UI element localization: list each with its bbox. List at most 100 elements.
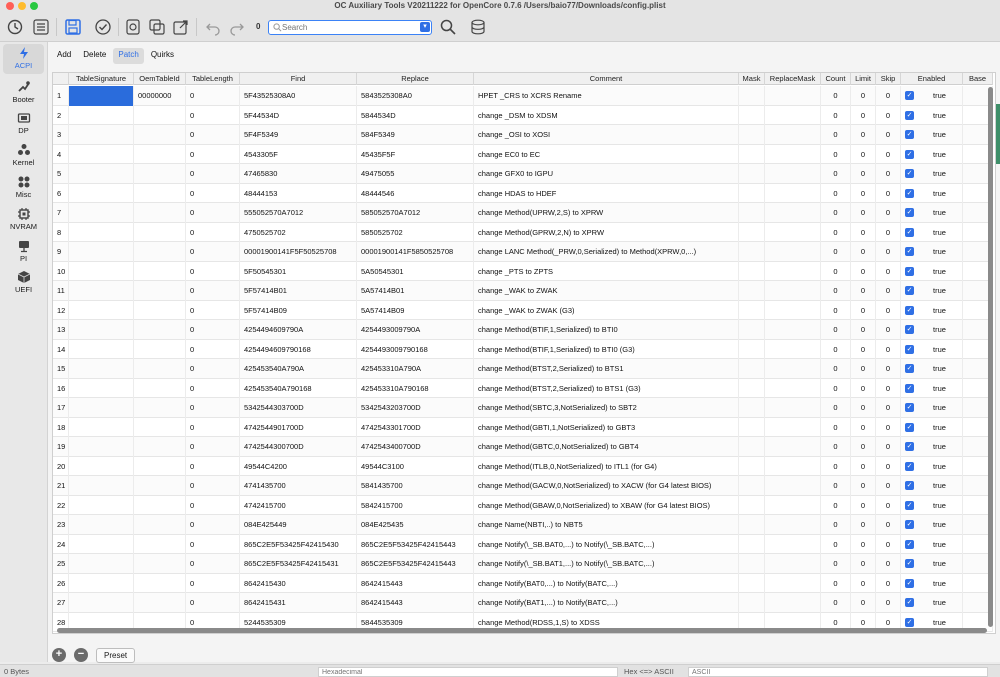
list-view-button[interactable]: [30, 16, 52, 38]
cell-comment[interactable]: change _WAK to ZWAK (G3): [474, 300, 739, 320]
enabled-checkbox[interactable]: ✓: [905, 247, 914, 256]
cell-enabled[interactable]: ✓ true: [901, 144, 963, 164]
cell-limit[interactable]: 0: [851, 456, 876, 476]
cell-find[interactable]: 00001900141F5F50525708: [240, 242, 357, 262]
enabled-checkbox[interactable]: ✓: [905, 442, 914, 451]
cell-replace[interactable]: 865C2E5F53425F42415443: [357, 534, 474, 554]
cell-count[interactable]: 0: [821, 378, 851, 398]
cell-skip[interactable]: 0: [876, 534, 901, 554]
cell-table-length[interactable]: 0: [186, 534, 240, 554]
search-input[interactable]: [282, 23, 412, 32]
cell-replace-mask[interactable]: [765, 359, 821, 379]
table-row[interactable]: 8 0 4750525702 5850525702 change Method(GPRW…: [53, 222, 993, 242]
table-row[interactable]: 17 0 5342544303700D 5342543203700D change Me…: [53, 398, 993, 418]
cell-replace[interactable]: 5841435700: [357, 476, 474, 496]
header-col-comment[interactable]: Comment: [474, 73, 739, 85]
cell-limit[interactable]: 0: [851, 164, 876, 184]
cell-table-signature[interactable]: [69, 515, 134, 535]
cell-limit[interactable]: 0: [851, 378, 876, 398]
cell-skip[interactable]: 0: [876, 105, 901, 125]
save-button[interactable]: [62, 16, 84, 38]
enabled-checkbox[interactable]: ✓: [905, 149, 914, 159]
vertical-scrollbar[interactable]: [988, 87, 993, 627]
cell-replace[interactable]: 084E425435: [357, 515, 474, 535]
cell-skip[interactable]: 0: [876, 222, 901, 242]
cell-limit[interactable]: 0: [851, 339, 876, 359]
sidebar-item-uefi[interactable]: UEFI: [3, 268, 44, 298]
cell-table-length[interactable]: 0: [186, 222, 240, 242]
cell-find[interactable]: 555052570A7012: [240, 203, 357, 223]
enabled-checkbox[interactable]: ✓: [905, 598, 914, 607]
tab-patch[interactable]: Patch: [113, 48, 144, 64]
cell-find[interactable]: 47465830: [240, 164, 357, 184]
cell-table-length[interactable]: 0: [186, 320, 240, 340]
cell-replace-mask[interactable]: [765, 476, 821, 496]
cell-enabled[interactable]: ✓ true: [901, 398, 963, 418]
cell-table-length[interactable]: 0: [186, 417, 240, 437]
cell-skip[interactable]: 0: [876, 398, 901, 418]
enabled-checkbox[interactable]: ✓: [905, 500, 914, 510]
cell-enabled[interactable]: ✓ true: [901, 359, 963, 379]
cell-table-signature[interactable]: [69, 222, 134, 242]
cell-skip[interactable]: 0: [876, 320, 901, 340]
table-row[interactable]: 21 0 4741435700 5841435700 change Method(GAC…: [53, 476, 993, 496]
copy-button[interactable]: [146, 16, 168, 38]
cell-limit[interactable]: 0: [851, 398, 876, 418]
hex-input[interactable]: [318, 667, 618, 677]
cell-table-signature[interactable]: [69, 164, 134, 184]
cell-table-signature[interactable]: [69, 261, 134, 281]
cell-comment[interactable]: change Name(NBTI,..) to NBT5: [474, 515, 739, 535]
cell-comment[interactable]: change Method(GBTI,1,NotSerialized) to G…: [474, 417, 739, 437]
header-col-table-length[interactable]: TableLength: [186, 73, 240, 85]
cell-enabled[interactable]: ✓ true: [901, 203, 963, 223]
cell-oem-table-id[interactable]: [134, 417, 186, 437]
enabled-checkbox[interactable]: ✓: [905, 305, 914, 315]
cell-replace[interactable]: 49544C3100: [357, 456, 474, 476]
cell-skip[interactable]: 0: [876, 183, 901, 203]
cell-mask[interactable]: [739, 573, 765, 593]
cell-oem-table-id[interactable]: [134, 437, 186, 457]
cell-count[interactable]: 0: [821, 125, 851, 145]
cell-skip[interactable]: 0: [876, 417, 901, 437]
enabled-checkbox[interactable]: ✓: [905, 169, 914, 178]
cell-skip[interactable]: 0: [876, 554, 901, 574]
cell-replace-mask[interactable]: [765, 573, 821, 593]
cell-oem-table-id[interactable]: [134, 339, 186, 359]
table-row[interactable]: 24 0 865C2E5F53425F42415430 865C2E5F53425F4…: [53, 534, 993, 554]
cell-table-length[interactable]: 0: [186, 125, 240, 145]
enabled-checkbox[interactable]: ✓: [905, 188, 914, 198]
table-row[interactable]: 6 0 48444153 48444546 change HDAS to HDEF 0 0 0…: [53, 183, 993, 203]
enabled-checkbox[interactable]: ✓: [905, 559, 914, 568]
cell-skip[interactable]: 0: [876, 261, 901, 281]
cell-skip[interactable]: 0: [876, 593, 901, 613]
cell-table-signature[interactable]: [69, 320, 134, 340]
cell-find[interactable]: 48444153: [240, 183, 357, 203]
cell-replace-mask[interactable]: [765, 593, 821, 613]
cell-find[interactable]: 425453540A790A: [240, 359, 357, 379]
cell-count[interactable]: 0: [821, 398, 851, 418]
cell-table-signature[interactable]: [69, 300, 134, 320]
cell-limit[interactable]: 0: [851, 476, 876, 496]
table-row[interactable]: 22 0 4742415700 5842415700 change Method(GBA…: [53, 495, 993, 515]
cell-skip[interactable]: 0: [876, 281, 901, 301]
cell-replace-mask[interactable]: [765, 86, 821, 106]
cell-skip[interactable]: 0: [876, 144, 901, 164]
cell-comment[interactable]: change Method(GACW,0,NotSerialized) to X…: [474, 476, 739, 496]
cell-comment[interactable]: change LANC Method(_PRW,0,Serialized) to…: [474, 242, 739, 262]
cell-table-signature[interactable]: [69, 125, 134, 145]
cell-count[interactable]: 0: [821, 222, 851, 242]
cell-mask[interactable]: [739, 515, 765, 535]
cell-comment[interactable]: change Notify(\_SB.BAT1,...) to Notify(\…: [474, 554, 739, 574]
hex-ascii-label[interactable]: Hex <=> ASCII: [624, 667, 674, 676]
cell-table-signature[interactable]: [69, 534, 134, 554]
cell-mask[interactable]: [739, 320, 765, 340]
enabled-checkbox[interactable]: ✓: [905, 266, 914, 276]
cell-replace[interactable]: 4254493009790168: [357, 339, 474, 359]
cell-comment[interactable]: change _PTS to ZPTS: [474, 261, 739, 281]
patch-table[interactable]: TableSignature OemTableId TableLength Find R…: [52, 72, 996, 634]
table-row[interactable]: 3 0 5F4F5349 584F5349 change _OSI to XOSI 0 0 0…: [53, 125, 993, 145]
cell-count[interactable]: 0: [821, 320, 851, 340]
cell-find[interactable]: 5F57414B09: [240, 300, 357, 320]
sidebar-item-misc[interactable]: Misc: [3, 173, 44, 203]
cell-find[interactable]: 8642415431: [240, 593, 357, 613]
